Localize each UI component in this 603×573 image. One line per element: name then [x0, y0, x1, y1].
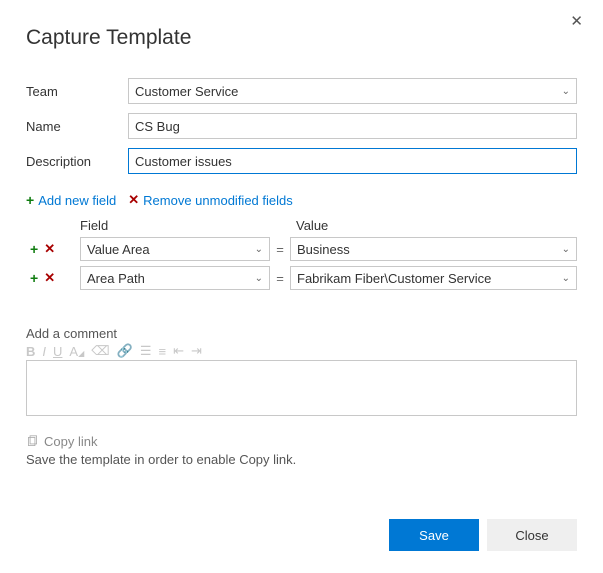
field-value-text: Business [297, 242, 350, 257]
underline-icon[interactable]: U [53, 344, 62, 359]
field-name-value: Value Area [87, 242, 150, 257]
bold-icon[interactable]: B [26, 344, 35, 359]
name-input-value: CS Bug [135, 119, 180, 134]
chevron-down-icon: ⌄ [255, 244, 263, 255]
chevron-down-icon: ⌄ [562, 244, 570, 255]
field-row: + ✕ Area Path ⌄ = Fabrikam Fiber\Custome… [26, 266, 577, 290]
page-title: Capture Template [26, 26, 577, 50]
number-list-icon[interactable]: ≡ [158, 344, 166, 359]
field-value-select[interactable]: Business ⌄ [290, 237, 577, 261]
team-label: Team [26, 84, 128, 99]
add-new-field-button[interactable]: + Add new field [26, 192, 116, 208]
plus-icon: + [26, 192, 34, 208]
copy-link-button: Copy link [26, 434, 577, 449]
bullet-list-icon[interactable]: ☰ [140, 343, 152, 359]
save-button[interactable]: Save [389, 519, 479, 551]
clear-format-icon[interactable]: ⌫ [91, 343, 109, 359]
field-column-header: Field [80, 218, 276, 233]
comment-editor[interactable] [26, 360, 577, 416]
field-row: + ✕ Value Area ⌄ = Business ⌄ [26, 237, 577, 261]
rich-text-toolbar: B I U A◢ ⌫ 🔗 ☰ ≡ ⇤ ⇥ [26, 343, 577, 359]
chevron-down-icon: ⌄ [562, 86, 570, 97]
copy-link-icon [26, 435, 39, 448]
equals-sign: = [270, 242, 290, 257]
remove-unmodified-label: Remove unmodified fields [143, 193, 293, 208]
indent-icon[interactable]: ⇥ [191, 343, 202, 359]
row-remove-icon[interactable]: ✕ [44, 241, 55, 257]
copy-link-label: Copy link [44, 434, 97, 449]
team-select-value: Customer Service [135, 84, 238, 99]
close-button[interactable]: Close [487, 519, 577, 551]
description-input-value: Customer issues [135, 154, 232, 169]
field-value-text: Fabrikam Fiber\Customer Service [297, 271, 491, 286]
comment-label: Add a comment [26, 326, 577, 341]
outdent-icon[interactable]: ⇤ [173, 343, 184, 359]
copy-link-hint: Save the template in order to enable Cop… [26, 452, 577, 467]
add-new-field-label: Add new field [38, 193, 116, 208]
value-column-header: Value [276, 218, 577, 233]
field-name-select[interactable]: Area Path ⌄ [80, 266, 270, 290]
row-add-icon[interactable]: + [30, 270, 38, 286]
x-icon: ✕ [128, 192, 139, 208]
close-icon[interactable]: ✕ [570, 12, 583, 30]
link-icon[interactable]: 🔗 [117, 343, 133, 359]
field-value-select[interactable]: Fabrikam Fiber\Customer Service ⌄ [290, 266, 577, 290]
equals-sign: = [270, 271, 290, 286]
name-input[interactable]: CS Bug [128, 113, 577, 139]
italic-icon[interactable]: I [42, 344, 46, 359]
chevron-down-icon: ⌄ [255, 273, 263, 284]
remove-unmodified-button[interactable]: ✕ Remove unmodified fields [128, 192, 292, 208]
font-color-icon[interactable]: A◢ [69, 344, 84, 359]
field-name-value: Area Path [87, 271, 145, 286]
row-add-icon[interactable]: + [30, 241, 38, 257]
description-input[interactable]: Customer issues [128, 148, 577, 174]
description-label: Description [26, 154, 128, 169]
chevron-down-icon: ⌄ [562, 273, 570, 284]
team-select[interactable]: Customer Service ⌄ [128, 78, 577, 104]
field-name-select[interactable]: Value Area ⌄ [80, 237, 270, 261]
row-remove-icon[interactable]: ✕ [44, 270, 55, 286]
name-label: Name [26, 119, 128, 134]
